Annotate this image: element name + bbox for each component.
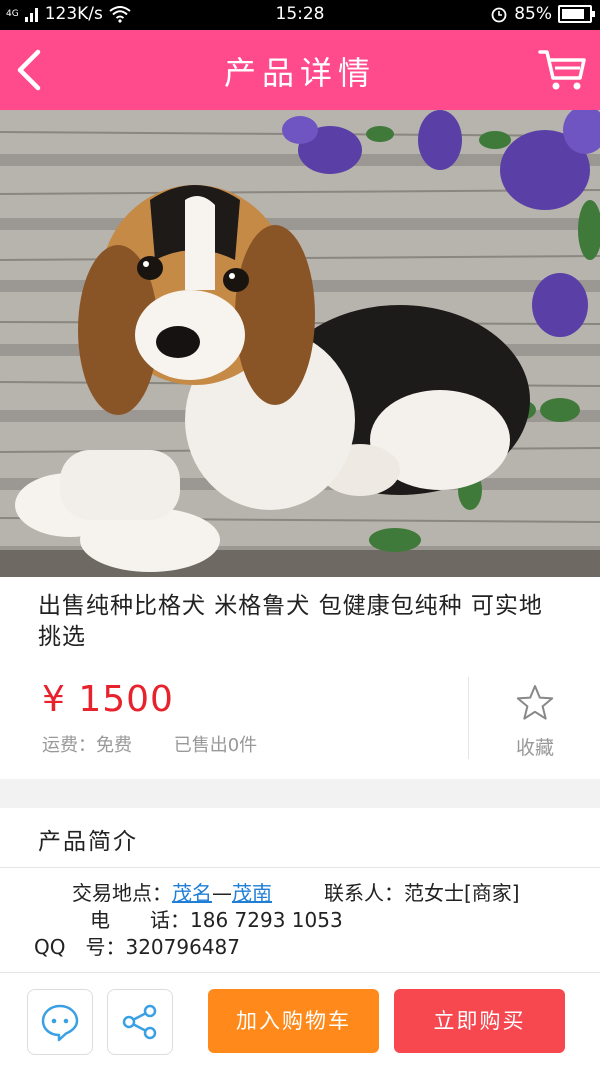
page-title: 产品详情 bbox=[223, 54, 376, 92]
product-image[interactable] bbox=[0, 110, 600, 577]
location-city-link[interactable]: 茂名 bbox=[172, 881, 212, 905]
product-photo bbox=[0, 110, 600, 577]
location-district-link[interactable]: 茂南 bbox=[232, 881, 272, 905]
contact-name: 范女士[商家] bbox=[404, 881, 520, 905]
sold-count: 已售出0件 bbox=[173, 735, 258, 756]
shipping-info: 运费：免费 已售出0件 bbox=[42, 731, 257, 757]
phone-label: 电 话： bbox=[90, 908, 190, 932]
phone-number[interactable]: 186 7293 1053 bbox=[190, 908, 343, 932]
bottom-action-bar: 加入购物车 立即购买 bbox=[0, 972, 600, 1068]
location-separator: — bbox=[212, 881, 232, 905]
share-button[interactable] bbox=[107, 989, 173, 1055]
product-intro: 产品简介 交易地点：茂名—茂南 联系人：范女士[商家] 电 话：186 7293 1… bbox=[0, 808, 600, 972]
chat-button[interactable] bbox=[27, 989, 93, 1055]
location-label: 交易地点： bbox=[72, 881, 172, 905]
status-bar: 4G 123K/s 15:28 85% bbox=[0, 0, 600, 30]
shipping-fee: 运费：免费 bbox=[42, 735, 132, 756]
share-icon bbox=[122, 1004, 157, 1040]
cart-icon[interactable] bbox=[538, 48, 586, 92]
divider bbox=[468, 677, 469, 759]
qq-label: QQ 号： bbox=[34, 935, 126, 959]
battery-percent: 85% bbox=[514, 4, 552, 24]
add-to-cart-button[interactable]: 加入购物车 bbox=[208, 989, 379, 1053]
product-price: ¥ 1500 bbox=[42, 679, 174, 720]
favorite-label: 收藏 bbox=[515, 737, 554, 759]
chat-icon bbox=[41, 1004, 79, 1042]
qq-number: 320796487 bbox=[125, 935, 241, 959]
battery-icon bbox=[558, 5, 595, 23]
header-bar: 产品详情 bbox=[0, 30, 600, 110]
intro-heading: 产品简介 bbox=[38, 829, 138, 855]
buy-now-button[interactable]: 立即购买 bbox=[394, 989, 565, 1053]
star-icon bbox=[516, 685, 554, 720]
contact-label: 联系人： bbox=[324, 881, 404, 905]
alarm-icon bbox=[491, 7, 507, 23]
favorite-button[interactable]: 收藏 bbox=[470, 683, 600, 763]
intro-text: 交易地点：茂名—茂南 联系人：范女士[商家] 电 话：186 7293 1053 Q… bbox=[34, 880, 574, 961]
product-info: 出售纯种比格犬 米格鲁犬 包健康包纯种 可实地挑选 ¥ 1500 运费：免费 已… bbox=[0, 577, 600, 779]
divider bbox=[0, 867, 600, 868]
product-title: 出售纯种比格犬 米格鲁犬 包健康包纯种 可实地挑选 bbox=[38, 593, 543, 650]
